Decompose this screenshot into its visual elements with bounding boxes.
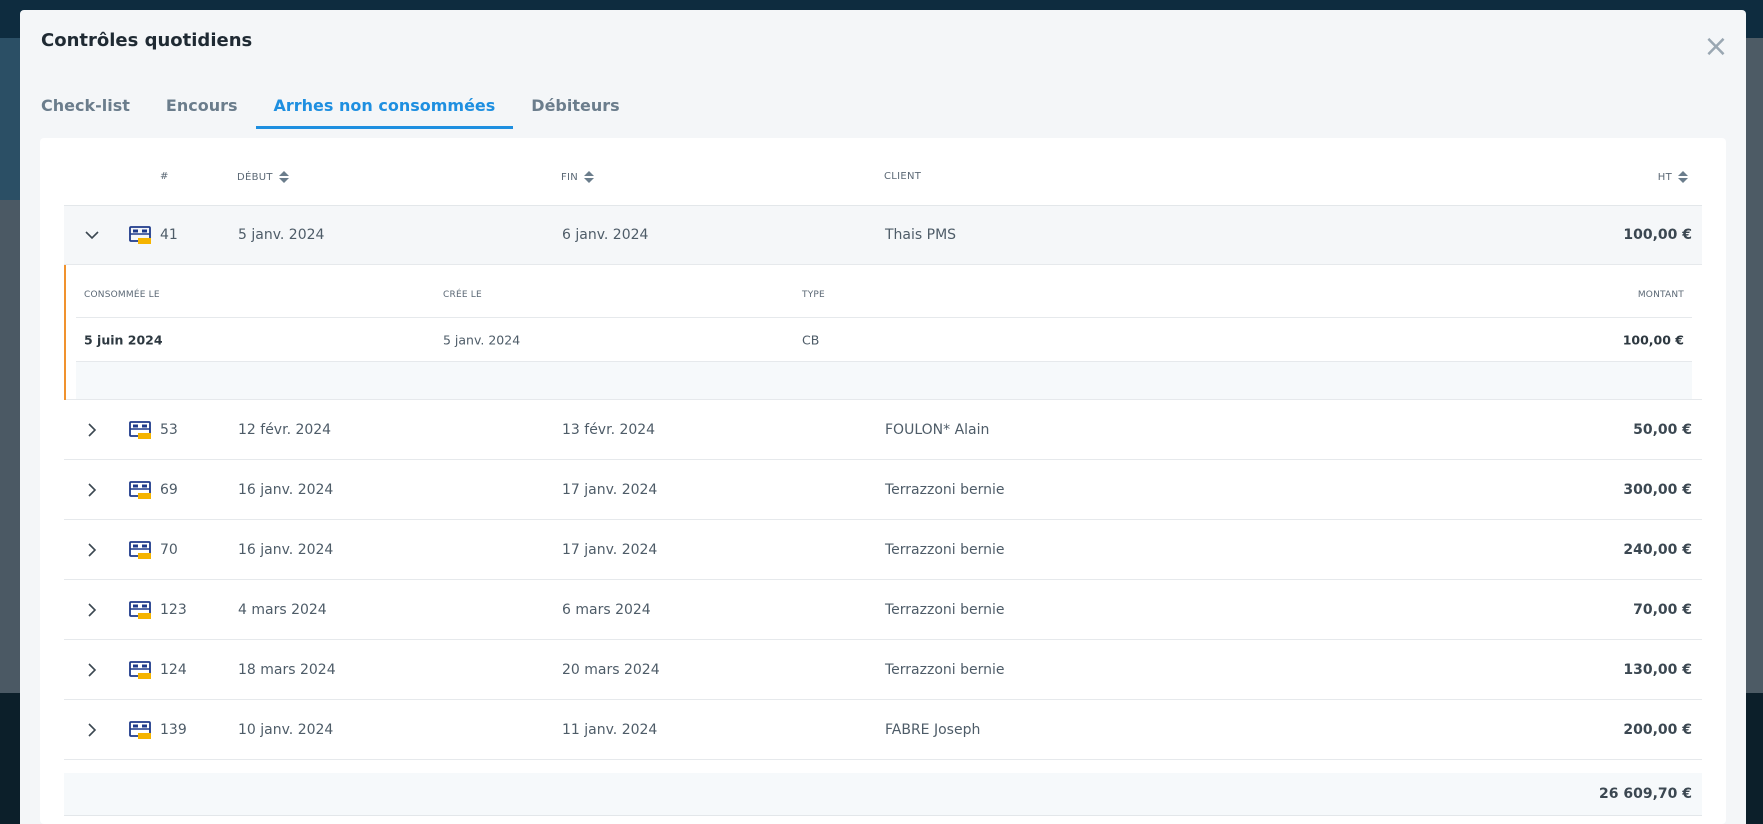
row-debut: 5 janv. 2024 xyxy=(238,227,325,243)
detail-accent-bar xyxy=(64,265,66,400)
row-debut: 12 févr. 2024 xyxy=(238,421,332,438)
deposits-table: # DÉBUT FIN CLIENT HT 41 5 janv. 2024 6 … xyxy=(64,138,1702,816)
table-row[interactable]: 139 10 janv. 2024 11 janv. 2024 FABRE Jo… xyxy=(64,700,1702,760)
row-ht: 130,00 € xyxy=(1623,661,1692,678)
row-fin: 6 janv. 2024 xyxy=(562,227,649,243)
table-row[interactable]: 124 18 mars 2024 20 mars 2024 Terrazzoni… xyxy=(64,640,1702,700)
row-num: 124 xyxy=(160,661,187,678)
bed-icon xyxy=(129,660,151,679)
row-ht: 50,00 € xyxy=(1633,421,1692,438)
row-debut: 4 mars 2024 xyxy=(238,601,327,618)
daily-controls-modal: Contrôles quotidiens × Check-list Encour… xyxy=(20,10,1746,824)
column-header-num: # xyxy=(160,171,169,182)
detail-consommee: 5 juin 2024 xyxy=(84,332,163,347)
row-debut: 16 janv. 2024 xyxy=(238,541,334,558)
row-client: Terrazzoni bernie xyxy=(885,481,1005,498)
bed-icon xyxy=(129,600,151,619)
row-ht: 70,00 € xyxy=(1633,601,1692,618)
tab-check-list[interactable]: Check-list xyxy=(20,84,148,129)
row-fin: 17 janv. 2024 xyxy=(562,541,658,558)
column-header-ht[interactable]: HT xyxy=(1658,171,1688,183)
column-header-client: CLIENT xyxy=(884,171,922,182)
row-num: 41 xyxy=(160,227,178,243)
detail-montant: 100,00 € xyxy=(1622,332,1684,347)
bed-icon xyxy=(129,480,151,499)
table-row[interactable]: 41 5 janv. 2024 6 janv. 2024 Thais PMS 1… xyxy=(64,206,1702,265)
row-ht: 100,00 € xyxy=(1623,227,1692,243)
table-card: # DÉBUT FIN CLIENT HT 41 5 janv. 2024 6 … xyxy=(40,138,1726,824)
row-client: Terrazzoni bernie xyxy=(885,661,1005,678)
detail-header: CONSOMMÉE LE CRÉE LE TYPE MONTANT xyxy=(76,265,1692,318)
table-header: # DÉBUT FIN CLIENT HT xyxy=(64,138,1702,206)
detail-column-montant: MONTANT xyxy=(1637,290,1684,300)
row-fin: 6 mars 2024 xyxy=(562,601,651,618)
table-row[interactable]: 70 16 janv. 2024 17 janv. 2024 Terrazzon… xyxy=(64,520,1702,580)
row-client: Thais PMS xyxy=(885,227,957,243)
close-icon: × xyxy=(1703,29,1729,64)
sort-icon[interactable] xyxy=(278,171,289,183)
row-fin: 20 mars 2024 xyxy=(562,661,660,678)
row-client: Terrazzoni bernie xyxy=(885,541,1005,558)
total-amount: 26 609,70 € xyxy=(1599,786,1692,802)
sort-icon[interactable] xyxy=(1678,171,1688,183)
row-debut: 16 janv. 2024 xyxy=(238,481,334,498)
row-fin: 17 janv. 2024 xyxy=(562,481,658,498)
detail-table: CONSOMMÉE LE CRÉE LE TYPE MONTANT 5 juin… xyxy=(76,265,1692,400)
chevron-down-icon[interactable] xyxy=(84,227,100,243)
bed-icon xyxy=(129,420,151,439)
row-fin: 11 janv. 2024 xyxy=(562,721,658,738)
chevron-right-icon[interactable] xyxy=(84,602,100,618)
tab-encours[interactable]: Encours xyxy=(148,84,256,129)
table-row[interactable]: 123 4 mars 2024 6 mars 2024 Terrazzoni b… xyxy=(64,580,1702,640)
row-debut: 10 janv. 2024 xyxy=(238,721,334,738)
column-header-debut[interactable]: DÉBUT xyxy=(237,171,289,183)
deposit-detail-panel: CONSOMMÉE LE CRÉE LE TYPE MONTANT 5 juin… xyxy=(64,265,1702,400)
chevron-right-icon[interactable] xyxy=(84,542,100,558)
row-fin: 13 févr. 2024 xyxy=(562,421,656,438)
row-debut: 18 mars 2024 xyxy=(238,661,336,678)
row-client: Terrazzoni bernie xyxy=(885,601,1005,618)
detail-column-cree: CRÉE LE xyxy=(443,290,482,300)
row-num: 70 xyxy=(160,541,178,558)
modal-title: Contrôles quotidiens xyxy=(41,30,253,51)
detail-column-type: TYPE xyxy=(802,290,825,300)
tab-debiteurs[interactable]: Débiteurs xyxy=(513,84,637,129)
tab-arrhes-non-consommees[interactable]: Arrhes non consommées xyxy=(255,84,514,129)
bed-icon xyxy=(129,226,151,244)
row-client: FABRE Joseph xyxy=(885,721,981,738)
chevron-right-icon[interactable] xyxy=(84,482,100,498)
sort-icon[interactable] xyxy=(584,171,595,183)
chevron-right-icon[interactable] xyxy=(84,422,100,438)
tab-bar: Check-list Encours Arrhes non consommées… xyxy=(20,84,638,129)
row-num: 69 xyxy=(160,481,178,498)
row-ht: 240,00 € xyxy=(1623,541,1692,558)
table-total-row: 26 609,70 € xyxy=(64,773,1702,816)
row-client: FOULON* Alain xyxy=(885,421,990,438)
row-num: 123 xyxy=(160,601,187,618)
detail-footer xyxy=(76,362,1692,399)
row-ht: 200,00 € xyxy=(1623,721,1692,738)
row-num: 53 xyxy=(160,421,178,438)
chevron-right-icon[interactable] xyxy=(84,662,100,678)
chevron-right-icon[interactable] xyxy=(84,722,100,738)
row-num: 139 xyxy=(160,721,187,738)
bed-icon xyxy=(129,540,151,559)
bed-icon xyxy=(129,720,151,739)
detail-row: 5 juin 2024 5 janv. 2024 CB 100,00 € xyxy=(76,318,1692,362)
close-button[interactable]: × xyxy=(1701,32,1731,62)
column-header-fin[interactable]: FIN xyxy=(561,171,595,183)
table-row[interactable]: 53 12 févr. 2024 13 févr. 2024 FOULON* A… xyxy=(64,400,1702,460)
detail-type: CB xyxy=(802,332,820,347)
detail-cree: 5 janv. 2024 xyxy=(443,332,521,347)
table-row[interactable]: 69 16 janv. 2024 17 janv. 2024 Terrazzon… xyxy=(64,460,1702,520)
detail-column-consommee: CONSOMMÉE LE xyxy=(84,290,160,300)
row-ht: 300,00 € xyxy=(1623,481,1692,498)
